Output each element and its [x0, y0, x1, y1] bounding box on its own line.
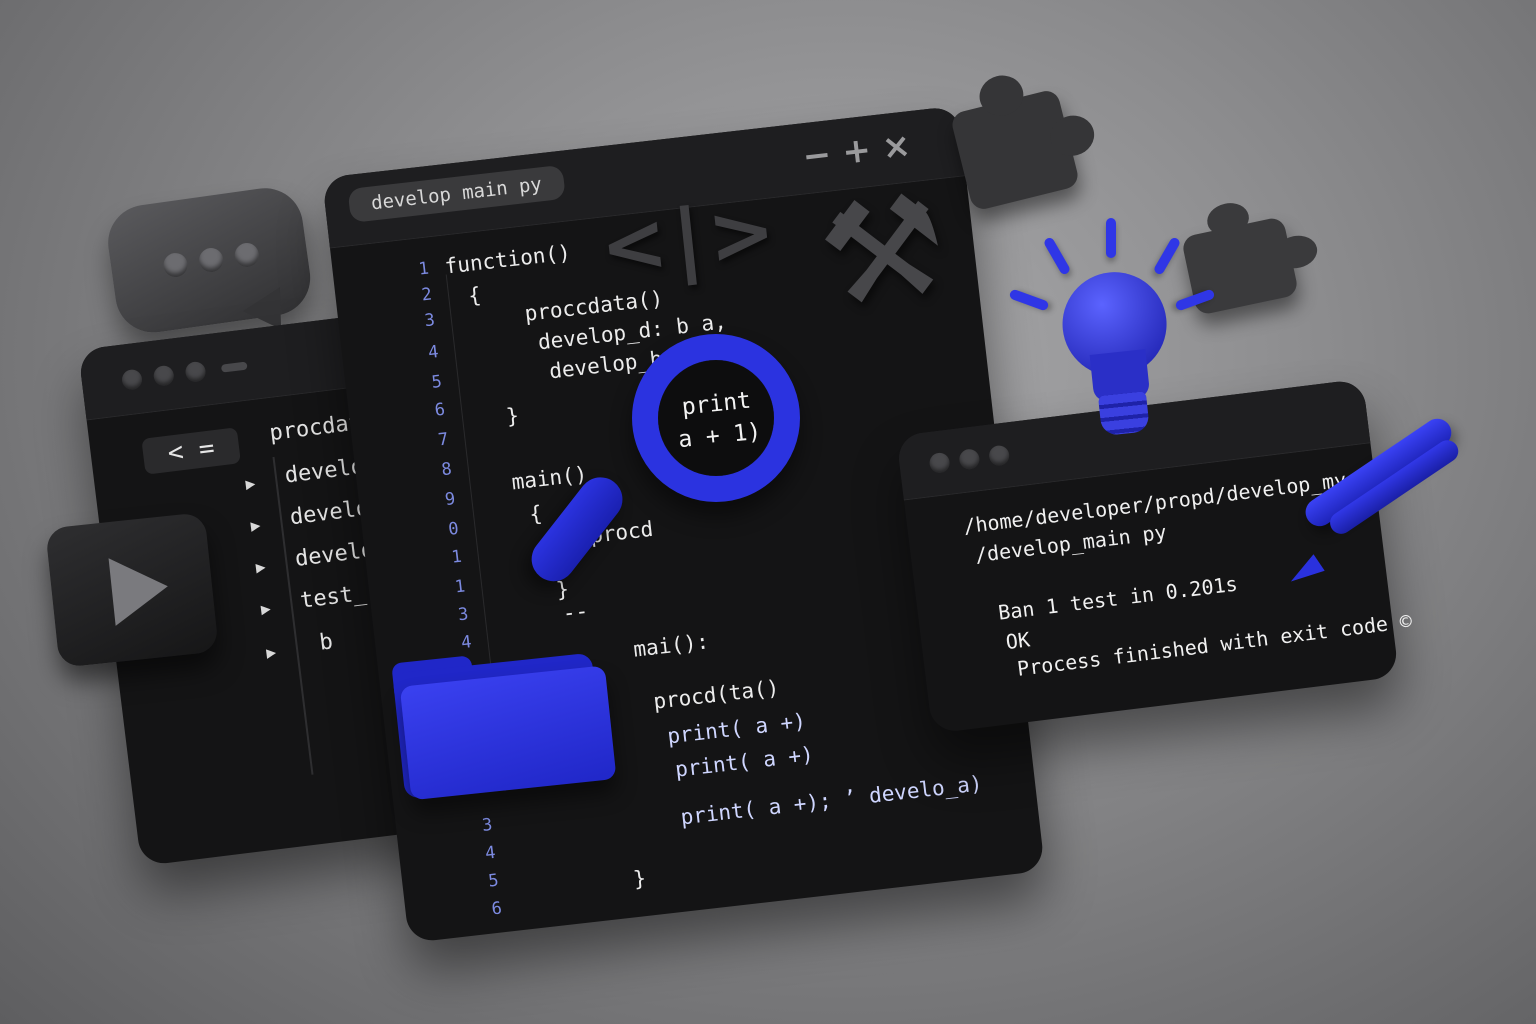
code-line[interactable]: main(): [510, 462, 588, 494]
line-number: 8: [440, 459, 453, 481]
puzzle-piece-icon: [949, 88, 1081, 212]
line-number: 5: [487, 870, 500, 892]
magnifier-icon: print a + 1): [522, 334, 816, 604]
tab-develop-main-py[interactable]: develop main py: [347, 164, 566, 223]
play-icon: [108, 552, 172, 626]
code-line[interactable]: {: [467, 283, 482, 308]
line-number: 5: [430, 371, 443, 393]
expand-arrow-icon[interactable]: ▶: [244, 473, 256, 493]
line-number: 4: [427, 342, 440, 364]
code-line[interactable]: print( a +); ’ develo_a): [679, 771, 983, 829]
line-number: 9: [443, 489, 457, 511]
scene: < = procdata ▶ develop_a ▶ develop_b ▶ d…: [0, 0, 1536, 1024]
terminal-line: OK: [1004, 627, 1032, 655]
pen-icon: [1285, 413, 1488, 590]
window-minimize-pill[interactable]: [220, 361, 248, 373]
window-dot[interactable]: [184, 360, 207, 383]
line-number: 3: [457, 604, 470, 626]
line-number: 3: [423, 310, 436, 332]
line-number: 6: [490, 898, 503, 920]
run-button[interactable]: [45, 512, 219, 668]
line-number: 1: [450, 546, 463, 568]
folder-icon: [391, 641, 620, 803]
maximize-icon[interactable]: +: [840, 130, 873, 173]
code-line[interactable]: {: [528, 501, 543, 526]
explorer-nav-button[interactable]: < =: [141, 427, 241, 475]
window-dot[interactable]: [988, 444, 1011, 467]
line-number-gutter: 1 2 3 4 5 6 7 8 9 0 1 1 3 4 3 4 5 6: [388, 259, 503, 920]
expand-arrow-icon[interactable]: ▶: [265, 642, 277, 662]
window-dot[interactable]: [152, 364, 175, 387]
minimize-icon[interactable]: −: [800, 134, 833, 177]
code-line[interactable]: print( a +): [666, 709, 807, 749]
line-number: 1: [417, 258, 431, 280]
line-number: 2: [420, 284, 434, 306]
expand-arrow-icon[interactable]: ▶: [255, 557, 267, 577]
close-icon[interactable]: ×: [880, 125, 913, 168]
window-dot[interactable]: [928, 451, 951, 475]
tree-item-b[interactable]: b: [318, 629, 334, 655]
line-number: 7: [437, 429, 450, 451]
code-line[interactable]: mai():: [632, 629, 710, 661]
terminal-line: Ban 1 test in 0.201s: [996, 571, 1239, 625]
code-brackets-icon: <|>: [595, 182, 786, 295]
window-dot[interactable]: [120, 368, 144, 391]
line-number: 1: [453, 576, 467, 598]
bulb-ray: [1042, 236, 1072, 276]
line-number: 3: [481, 814, 494, 836]
expand-arrow-icon[interactable]: ▶: [260, 599, 272, 619]
window-dot[interactable]: [958, 448, 981, 471]
bulb-ray: [1008, 288, 1050, 312]
wrench-icon: ⚒: [809, 162, 957, 341]
light-bulb-icon: [1049, 266, 1186, 448]
code-line[interactable]: procd(ta(): [652, 676, 780, 714]
expand-arrow-icon[interactable]: ▶: [250, 515, 262, 535]
line-number: 6: [433, 399, 447, 421]
magnified-code-text: print a + 1): [676, 387, 763, 454]
line-number: 4: [484, 842, 497, 864]
code-line[interactable]: }: [505, 403, 520, 428]
line-number: 4: [460, 632, 473, 654]
code-line[interactable]: print( a +): [674, 742, 815, 782]
terminal-line: Process finished with exit code ©: [1015, 608, 1414, 681]
code-line[interactable]: function(): [443, 240, 571, 278]
code-line[interactable]: }: [632, 866, 647, 891]
line-number: 0: [447, 518, 460, 540]
bulb-ray: [1106, 218, 1116, 258]
